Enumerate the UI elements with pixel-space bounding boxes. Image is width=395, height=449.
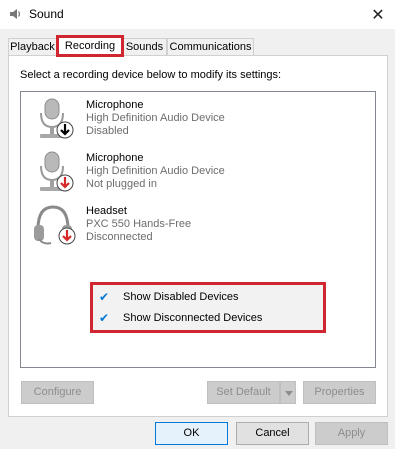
unplugged-arrow-icon	[56, 174, 74, 192]
checkmark-icon: ✔	[99, 290, 110, 304]
device-status: Not plugged in	[86, 178, 157, 190]
context-menu: ✔ Show Disabled Devices ✔ Show Disconnec…	[90, 282, 326, 333]
tab-playback[interactable]: Playback	[8, 38, 57, 55]
set-default-button[interactable]: Set Default	[207, 381, 280, 404]
device-description: High Definition Audio Device	[86, 112, 225, 124]
apply-button[interactable]: Apply	[315, 422, 388, 445]
list-item[interactable]: Microphone High Definition Audio Device …	[31, 97, 351, 143]
headset-icon	[34, 205, 76, 245]
set-default-dropdown-arrow[interactable]	[280, 381, 296, 404]
microphone-icon	[40, 98, 74, 139]
device-status: Disconnected	[86, 231, 153, 243]
close-icon: ✕	[371, 6, 385, 24]
cancel-button[interactable]: Cancel	[236, 422, 309, 445]
tab-sounds[interactable]: Sounds	[122, 38, 167, 55]
device-name: Microphone	[86, 99, 144, 111]
instruction-text: Select a recording device below to modif…	[20, 69, 282, 81]
close-button[interactable]: ✕	[361, 0, 395, 29]
list-item[interactable]: Headset PXC 550 Hands-Free Disconnected	[31, 203, 351, 249]
tab-communications[interactable]: Communications	[167, 38, 254, 55]
speaker-icon	[10, 9, 21, 19]
title-bar: Sound ✕	[0, 0, 395, 29]
properties-button[interactable]: Properties	[303, 381, 376, 404]
menu-item-show-disabled-devices[interactable]: ✔ Show Disabled Devices	[93, 288, 323, 309]
configure-button[interactable]: Configure	[21, 381, 94, 404]
checkmark-icon: ✔	[99, 311, 110, 325]
device-name: Microphone	[86, 152, 144, 164]
disconnected-arrow-icon	[58, 227, 76, 245]
device-description: High Definition Audio Device	[86, 165, 225, 177]
tab-recording[interactable]: Recording	[58, 35, 122, 56]
window-title: Sound	[29, 7, 64, 21]
device-name: Headset	[86, 205, 127, 217]
list-item[interactable]: Microphone High Definition Audio Device …	[31, 150, 351, 196]
ok-button[interactable]: OK	[155, 422, 228, 445]
disabled-arrow-icon	[56, 121, 74, 139]
device-description: PXC 550 Hands-Free	[86, 218, 192, 230]
microphone-icon	[40, 151, 74, 192]
menu-item-label: Show Disconnected Devices	[123, 312, 263, 324]
device-status: Disabled	[86, 125, 129, 137]
menu-item-label: Show Disabled Devices	[123, 291, 239, 303]
menu-item-show-disconnected-devices[interactable]: ✔ Show Disconnected Devices	[93, 309, 323, 330]
